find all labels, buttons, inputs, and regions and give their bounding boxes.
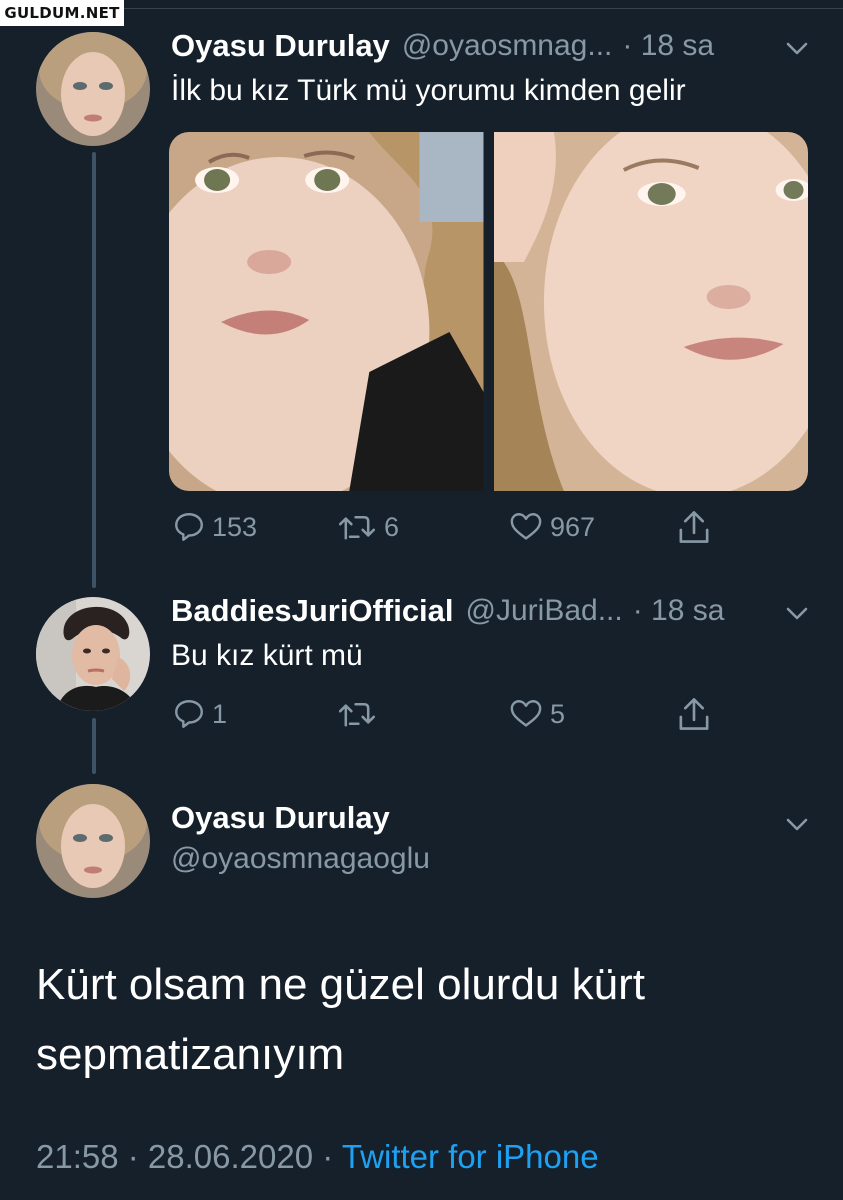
thread-line <box>92 718 96 774</box>
reply-icon <box>175 700 203 728</box>
retweet-button[interactable]: 6 <box>336 510 399 544</box>
media-photo[interactable] <box>493 132 808 491</box>
reply-count: 153 <box>212 511 258 542</box>
tweet-timestamp[interactable]: 21:58 · 28.06.2020 · <box>36 1138 342 1175</box>
author-name[interactable]: Oyasu Durulay <box>171 800 390 836</box>
like-icon <box>510 513 542 540</box>
tweet-text: Bu kız kürt mü <box>171 639 363 672</box>
retweet-count: 6 <box>384 511 400 542</box>
author-name[interactable]: Oyasu Durulay <box>171 28 390 64</box>
reply-count: 1 <box>212 698 228 729</box>
avatar[interactable] <box>36 32 150 146</box>
like-count: 5 <box>550 698 566 729</box>
reply-button[interactable]: 1 <box>172 697 227 731</box>
top-divider <box>124 8 843 9</box>
reply-icon <box>175 513 203 541</box>
tweet-time[interactable]: · 18 sa <box>633 594 725 628</box>
retweet-button[interactable] <box>336 697 384 731</box>
author-handle[interactable]: @oyaosmnagaoglu <box>171 842 430 876</box>
share-button[interactable] <box>676 695 712 733</box>
retweet-icon <box>338 702 376 727</box>
thread-line <box>92 152 96 588</box>
tweet-meta: 21:58 · 28.06.2020 · Twitter for iPhone <box>36 1138 599 1176</box>
like-button[interactable]: 967 <box>508 510 595 544</box>
like-icon <box>510 700 542 727</box>
tweet-header: Oyasu Durulay @oyaosmnag... · 18 sa <box>171 24 813 68</box>
tweet-source-link[interactable]: Twitter for iPhone <box>342 1138 599 1175</box>
tweet-header: BaddiesJuriOfficial @JuriBad... · 18 sa <box>171 589 813 633</box>
author-name[interactable]: BaddiesJuriOfficial <box>171 593 454 629</box>
share-icon <box>679 698 709 730</box>
main-tweet-text: Kürt olsam ne güzel olurdu kürt sepmatiz… <box>36 960 645 1079</box>
retweet-icon <box>338 515 376 540</box>
site-watermark: GULDUM.NET <box>0 0 124 26</box>
share-button[interactable] <box>676 508 712 546</box>
author-handle[interactable]: @oyaosmnag... <box>402 29 613 63</box>
reply-button[interactable]: 153 <box>172 510 257 544</box>
tweet-media[interactable] <box>169 132 808 491</box>
tweet-time[interactable]: · 18 sa <box>622 29 714 63</box>
chevron-down-icon[interactable] <box>783 810 811 838</box>
avatar[interactable] <box>36 597 150 711</box>
like-count: 967 <box>550 511 596 542</box>
tweet-text: İlk bu kız Türk mü yorumu kimden gelir <box>171 74 686 107</box>
media-photo[interactable] <box>169 132 484 491</box>
chevron-down-icon[interactable] <box>783 599 811 627</box>
like-button[interactable]: 5 <box>508 697 565 731</box>
author-handle[interactable]: @JuriBad... <box>466 594 623 628</box>
share-icon <box>679 511 709 543</box>
avatar[interactable] <box>36 784 150 898</box>
chevron-down-icon[interactable] <box>783 34 811 62</box>
